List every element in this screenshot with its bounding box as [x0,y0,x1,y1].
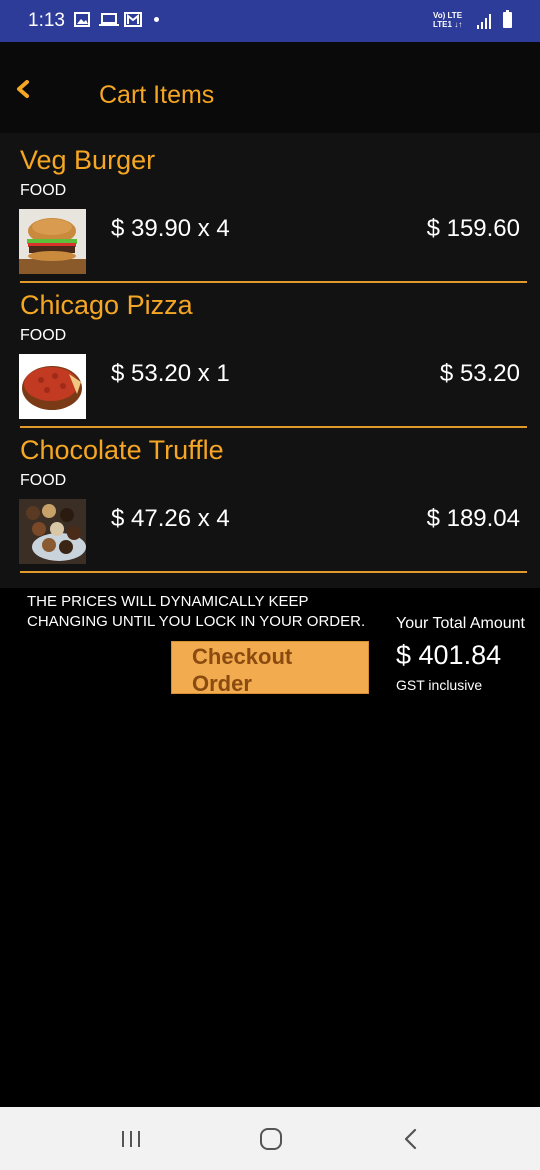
signal-icon [477,14,491,29]
lte-icon: Vo) LTE LTE1 ↓↑ [433,11,462,29]
dot-icon [154,17,159,22]
chevron-left-icon[interactable] [10,74,40,104]
burger-image [19,209,86,274]
item-category: FOOD [20,182,67,199]
pizza-image [19,354,86,419]
system-nav-bar [0,1107,540,1170]
item-unit-price: $ 53.20 x 1 [111,360,230,387]
item-total: $ 189.04 [426,505,520,532]
truffle-image [19,499,86,564]
battery-icon [503,10,512,28]
gallery-icon [74,12,90,27]
item-unit-price: $ 47.26 x 4 [111,505,230,532]
page-title: Cart Items [99,81,215,109]
cart-list: Veg Burger FOOD $ 39.90 x 4 $ 159.60 Chi… [0,133,540,588]
total-label: Your Total Amount [396,615,525,632]
status-time: 1:13 [28,10,65,31]
notice-line-1: THE PRICES WILL DYNAMICALLY KEEP [27,593,309,610]
gst-note: GST inclusive [396,677,483,693]
total-amount: $ 401.84 [396,640,502,670]
item-name: Chocolate Truffle [20,435,224,465]
item-category: FOOD [20,327,67,344]
cart-item[interactable]: Chicago Pizza FOOD $ 53.20 x 1 $ 53.20 [0,278,540,428]
home-icon[interactable] [256,1125,286,1153]
status-bar: 1:13 Vo) LTE LTE1 ↓↑ [0,0,540,42]
back-icon[interactable] [396,1125,426,1153]
recent-apps-icon[interactable] [116,1125,146,1153]
app-header: Cart Items [0,42,540,133]
item-name: Chicago Pizza [20,290,193,320]
checkout-button-label: Checkout Order [192,644,293,696]
network-line-1: Vo) LTE [433,11,463,20]
item-name: Veg Burger [20,145,156,175]
item-total: $ 53.20 [439,360,520,387]
price-notice: THE PRICES WILL DYNAMICALLY KEEP CHANGIN… [27,592,407,632]
cart-item[interactable]: Veg Burger FOOD $ 39.90 x 4 $ 159.60 [0,133,540,283]
item-total: $ 159.60 [426,215,520,242]
item-unit-price: $ 39.90 x 4 [111,215,230,242]
notice-line-2: CHANGING UNTIL YOU LOCK IN YOUR ORDER. [27,613,366,630]
laptop-icon [99,13,119,26]
network-line-2: LTE1 ↓↑ [433,20,463,29]
item-category: FOOD [20,472,67,489]
item-divider [20,571,527,573]
cart-item[interactable]: Chocolate Truffle FOOD $ 47.26 x 4 $ 189… [0,423,540,573]
checkout-button[interactable]: Checkout Order [171,641,369,696]
mail-icon [124,12,142,27]
